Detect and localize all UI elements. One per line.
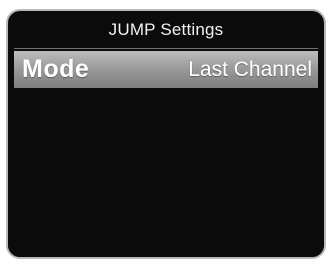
menu-item-value: Last Channel: [188, 57, 312, 81]
menu-item-label: Mode: [22, 55, 90, 83]
menu-item-mode[interactable]: Mode Last Channel: [14, 51, 318, 88]
settings-panel: JUMP Settings Mode Last Channel: [6, 9, 326, 259]
panel-title: JUMP Settings: [108, 19, 224, 39]
empty-menu-area: [8, 89, 324, 257]
title-divider: [14, 48, 318, 49]
